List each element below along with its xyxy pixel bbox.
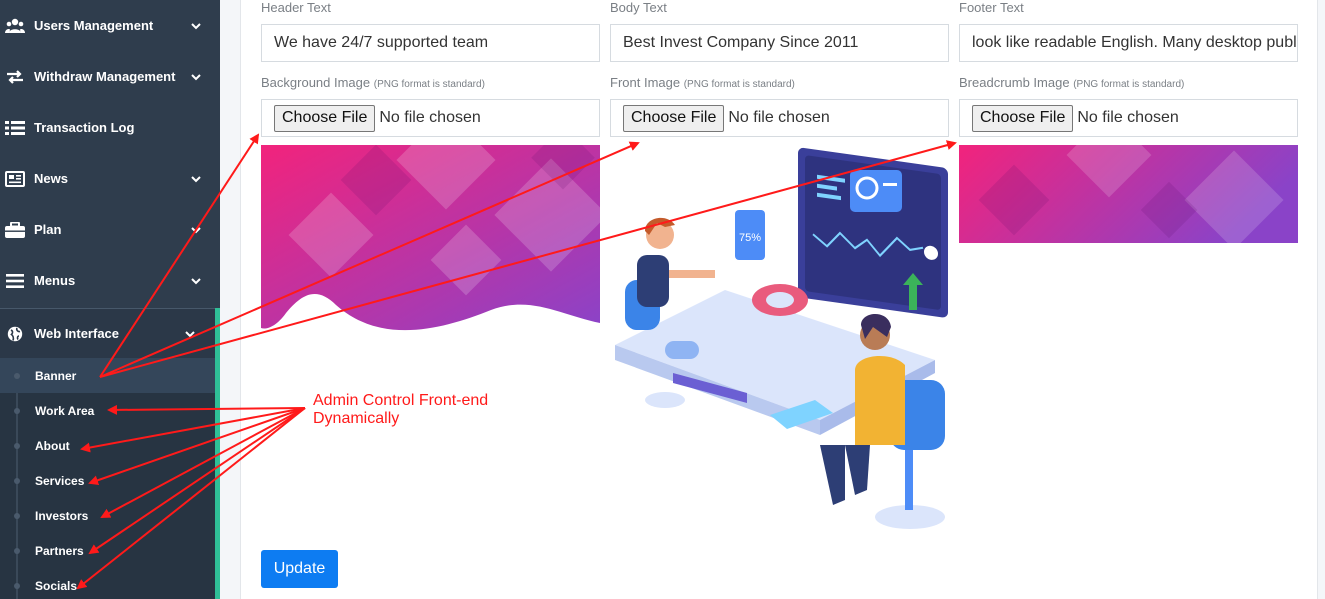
background-image-label: Background Image (PNG format is standard…	[261, 75, 485, 90]
sidebar-item-menus[interactable]: Menus	[0, 255, 220, 306]
chevron-down-icon	[191, 22, 201, 29]
breadcrumb-image-file-status: No file chosen	[1077, 109, 1179, 126]
sidebar-item-news[interactable]: News	[0, 153, 220, 204]
sidebar-item-label: News	[34, 171, 68, 186]
web-interface-submenu: Banner Work Area About Services Investor…	[0, 358, 215, 599]
breadcrumb-image-preview	[959, 145, 1298, 243]
sidebar: Users Management Withdraw Management Tra…	[0, 0, 220, 599]
sidebar-item-label: Plan	[34, 222, 62, 237]
background-image-preview	[261, 145, 600, 331]
submenu-item-label: Socials	[35, 578, 78, 593]
newspaper-icon	[5, 170, 25, 188]
chevron-down-icon	[191, 175, 201, 182]
breadcrumb-image-label-text: Breadcrumb Image	[959, 75, 1070, 90]
background-image-file-input: Choose File No file chosen	[261, 99, 600, 137]
active-section-indicator	[215, 308, 220, 599]
sidebar-item-transaction-log[interactable]: Transaction Log	[0, 102, 220, 153]
list-icon	[5, 119, 25, 137]
body-text-label: Body Text	[610, 0, 667, 15]
bullet-icon	[14, 372, 20, 379]
sidebar-item-plan[interactable]: Plan	[0, 204, 220, 255]
bullet-icon	[14, 582, 20, 589]
exchange-icon	[5, 68, 25, 86]
front-image-choose-file-button[interactable]: Choose File	[623, 104, 725, 132]
submenu-item-investors[interactable]: Investors	[0, 498, 215, 533]
front-image-preview: 75%	[615, 147, 948, 529]
bullet-icon	[14, 477, 20, 484]
front-image-hint: (PNG format is standard)	[683, 79, 795, 90]
submenu-item-label: Services	[35, 473, 85, 488]
breadcrumb-image-label: Breadcrumb Image (PNG format is standard…	[959, 75, 1184, 90]
bullet-icon	[14, 547, 20, 554]
users-icon	[5, 17, 25, 35]
front-image-file-status: No file chosen	[728, 109, 830, 126]
annotation-text: Admin Control Front-end Dynamically	[313, 392, 488, 428]
submenu-item-work-area[interactable]: Work Area	[0, 393, 215, 428]
background-image-file-status: No file chosen	[379, 109, 481, 126]
submenu-item-label: Investors	[35, 508, 89, 523]
annotation-line-1: Admin Control Front-end	[313, 392, 489, 409]
sidebar-item-label: Users Management	[34, 18, 154, 33]
sidebar-item-withdraw-management[interactable]: Withdraw Management	[0, 51, 220, 102]
submenu-item-label: Work Area	[35, 403, 95, 418]
annotation-line-2: Dynamically	[313, 410, 400, 427]
breadcrumb-image-choose-file-button[interactable]: Choose File	[972, 104, 1074, 132]
sidebar-item-web-interface[interactable]: Web Interface	[0, 309, 215, 358]
update-button[interactable]: Update	[261, 550, 338, 588]
sidebar-item-label: Withdraw Management	[34, 69, 176, 84]
globe-icon	[5, 325, 25, 343]
chevron-down-icon	[191, 226, 201, 233]
header-text-input[interactable]: We have 24/7 supported team	[261, 24, 600, 62]
breadcrumb-image-file-input: Choose File No file chosen	[959, 99, 1298, 137]
front-image-label-text: Front Image	[610, 75, 681, 90]
body-text-input[interactable]: Best Invest Company Since 2011	[610, 24, 949, 62]
briefcase-icon	[5, 221, 25, 239]
sidebar-item-label: Web Interface	[34, 326, 120, 341]
front-image-file-input: Choose File No file chosen	[610, 99, 949, 137]
sidebar-item-users-management[interactable]: Users Management	[0, 0, 220, 51]
footer-text-input[interactable]: look like readable English. Many desktop…	[959, 24, 1298, 62]
illustration-percent-badge: 75%	[739, 232, 761, 244]
submenu-item-socials[interactable]: Socials	[0, 568, 215, 599]
background-image-label-text: Background Image	[261, 75, 371, 90]
sidebar-item-label: Transaction Log	[34, 120, 135, 135]
bullet-icon	[14, 407, 20, 414]
submenu-item-banner[interactable]: Banner	[0, 358, 215, 393]
chevron-down-icon	[191, 73, 201, 80]
background-image-choose-file-button[interactable]: Choose File	[274, 104, 376, 132]
header-text-label: Header Text	[261, 0, 331, 15]
bullet-icon	[14, 512, 20, 519]
submenu-item-label: Banner	[35, 368, 77, 383]
menu-bars-icon	[5, 272, 25, 290]
chevron-down-icon	[185, 330, 195, 337]
submenu-item-partners[interactable]: Partners	[0, 533, 215, 568]
chevron-down-icon	[191, 277, 201, 284]
background-image-hint: (PNG format is standard)	[373, 79, 485, 90]
breadcrumb-image-hint: (PNG format is standard)	[1073, 79, 1185, 90]
footer-text-label: Footer Text	[959, 0, 1024, 15]
submenu-item-about[interactable]: About	[0, 428, 215, 463]
front-image-label: Front Image (PNG format is standard)	[610, 75, 795, 90]
bullet-icon	[14, 442, 20, 449]
sidebar-item-label: Menus	[34, 273, 76, 288]
app-window: Users Management Withdraw Management Tra…	[0, 0, 1325, 599]
submenu-item-label: Partners	[35, 543, 84, 558]
submenu-item-label: About	[35, 438, 70, 453]
submenu-item-services[interactable]: Services	[0, 463, 215, 498]
